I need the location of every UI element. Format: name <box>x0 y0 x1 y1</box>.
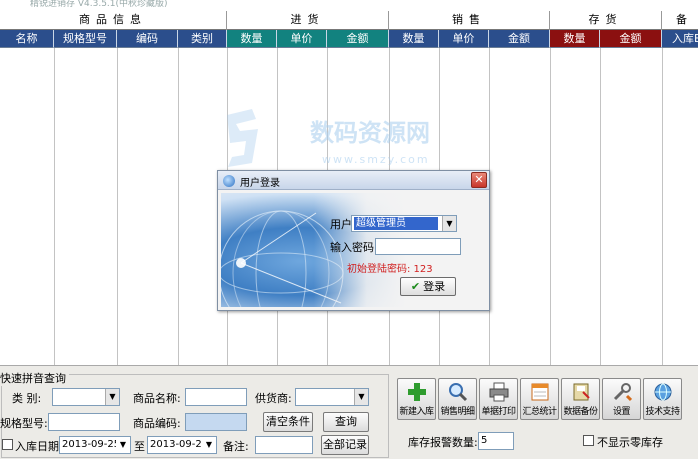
quick-search-title: 快速拼音查询 <box>0 370 69 386</box>
password-label: 输入密码: <box>330 241 378 254</box>
initial-password-hint: 初始登陆密码: 123 <box>347 264 433 275</box>
sales-detail-button[interactable]: 销售明细 <box>438 378 477 420</box>
chevron-down-icon[interactable]: ▼ <box>442 216 456 231</box>
category-select[interactable]: ▼ <box>52 388 120 406</box>
grid-divider <box>600 48 601 365</box>
group-header-stock: 存货 <box>550 11 662 30</box>
settings-button[interactable]: 设置 <box>602 378 641 420</box>
inbound-date-label: 入库日期: <box>15 440 63 453</box>
group-header-product-info: 商品信息 <box>0 11 227 30</box>
column-header-sales-amount[interactable]: 金额 <box>489 30 550 48</box>
stock-alert-input[interactable]: 5 <box>478 432 514 450</box>
grid-column-header: 名称 规格型号 编码 类别 数量 单价 金额 数量 单价 金额 数量 金额 入库… <box>0 30 698 48</box>
close-icon[interactable]: ✕ <box>471 172 487 188</box>
inbound-date-checkbox[interactable] <box>2 439 13 450</box>
receipt-print-button[interactable]: 单据打印 <box>479 378 518 420</box>
column-header-code[interactable]: 编码 <box>117 30 178 48</box>
login-dialog: 用户登录 ✕ 用户名称: 超级管理员 ▼ 输入密码: 初始登陆密码: 123 ✔… <box>217 170 490 311</box>
hide-zero-stock-label: 不显示零库存 <box>597 436 663 449</box>
group-header-purchase: 进货 <box>227 11 389 30</box>
plus-icon <box>407 382 427 402</box>
login-button-label: 登录 <box>423 280 446 293</box>
date-to-picker[interactable]: 2013-09-25 ▼ <box>147 436 217 454</box>
chevron-down-icon[interactable]: ▼ <box>116 437 130 453</box>
login-button[interactable]: ✔ 登录 <box>400 277 456 296</box>
stock-alert-label: 库存报警数量: <box>408 436 478 449</box>
globe-icon <box>653 382 673 402</box>
grid-group-header: 商品信息 进货 销售 存货 备 <box>0 11 698 30</box>
settings-label: 设置 <box>612 407 631 417</box>
chevron-down-icon[interactable]: ▼ <box>105 389 119 405</box>
data-backup-button[interactable]: 数据备份 <box>561 378 600 420</box>
spec-label: 规格型号: <box>0 417 48 430</box>
checkmark-icon: ✔ <box>410 280 421 293</box>
group-header-sales: 销售 <box>389 11 550 30</box>
new-inbound-button[interactable]: 新建入库 <box>397 378 436 420</box>
category-label: 类 别: <box>12 392 42 405</box>
dialog-titlebar[interactable]: 用户登录 ✕ <box>218 171 489 190</box>
main-toolbar: 新建入库 销售明细 单据打印 汇总统计 数据备份 设置 技术支持 <box>397 378 695 420</box>
grid-divider <box>54 48 55 365</box>
clear-conditions-button[interactable]: 清空条件 <box>263 412 313 432</box>
query-button[interactable]: 查询 <box>323 412 369 432</box>
chevron-down-icon[interactable]: ▼ <box>354 389 368 405</box>
column-header-inbound-date[interactable]: 入库E <box>662 30 698 48</box>
remark-label: 备注: <box>223 440 249 453</box>
supplier-label: 供货商: <box>255 392 292 405</box>
group-header-remark: 备 <box>662 11 698 30</box>
spec-input[interactable] <box>48 413 120 431</box>
code-label: 商品编码: <box>133 417 181 430</box>
data-backup-label: 数据备份 <box>563 407 598 417</box>
username-selected-value: 超级管理员 <box>354 217 438 230</box>
date-to-label: 至 <box>134 440 145 453</box>
column-header-sales-qty[interactable]: 数量 <box>389 30 439 48</box>
remark-input[interactable] <box>255 436 313 454</box>
column-header-spec[interactable]: 规格型号 <box>54 30 117 48</box>
sales-detail-label: 销售明细 <box>440 407 475 417</box>
chevron-down-icon[interactable]: ▼ <box>202 437 216 453</box>
username-select[interactable]: 超级管理员 ▼ <box>351 215 457 232</box>
backup-icon <box>571 382 591 402</box>
tech-support-label: 技术支持 <box>645 407 680 417</box>
all-records-button[interactable]: 全部记录 <box>321 435 369 455</box>
supplier-select[interactable]: ▼ <box>295 388 369 406</box>
tech-support-button[interactable]: 技术支持 <box>643 378 682 420</box>
date-to-value: 2013-09-25 <box>150 439 209 450</box>
column-header-category[interactable]: 类别 <box>178 30 227 48</box>
date-from-picker[interactable]: 2013-09-25 ▼ <box>59 436 131 454</box>
dialog-title: 用户登录 <box>240 178 280 189</box>
password-input[interactable] <box>375 238 461 255</box>
new-inbound-label: 新建入库 <box>399 407 434 417</box>
magnifier-icon <box>448 382 468 402</box>
bottom-panel: 快速拼音查询 类 别: ▼ 商品名称: 供货商: ▼ 规格型号: 商品编码: 清… <box>0 365 698 459</box>
window-title: 精锐进销存 V4.3.5.1(中秋珍藏版) <box>30 0 168 9</box>
hide-zero-stock-checkbox[interactable] <box>583 435 594 446</box>
column-header-name[interactable]: 名称 <box>0 30 54 48</box>
wrench-icon <box>612 382 633 402</box>
grid-divider <box>550 48 551 365</box>
app-globe-icon <box>223 175 235 187</box>
column-header-stock-amount[interactable]: 金额 <box>600 30 662 48</box>
grid-divider <box>662 48 663 365</box>
receipt-print-label: 单据打印 <box>481 407 516 417</box>
summary-stats-button[interactable]: 汇总统计 <box>520 378 559 420</box>
column-header-purchase-amount[interactable]: 金额 <box>327 30 389 48</box>
column-header-sales-price[interactable]: 单价 <box>439 30 489 48</box>
product-name-label: 商品名称: <box>133 392 181 405</box>
code-input[interactable] <box>185 413 247 431</box>
calendar-icon <box>530 382 550 402</box>
column-header-purchase-price[interactable]: 单价 <box>277 30 327 48</box>
summary-stats-label: 汇总统计 <box>522 407 557 417</box>
grid-divider <box>117 48 118 365</box>
grid-divider <box>178 48 179 365</box>
date-from-value: 2013-09-25 <box>62 439 121 450</box>
column-header-stock-qty[interactable]: 数量 <box>550 30 600 48</box>
printer-icon <box>489 382 509 402</box>
window-titlebar: 精锐进销存 V4.3.5.1(中秋珍藏版) <box>0 0 698 11</box>
product-name-input[interactable] <box>185 388 247 406</box>
column-header-purchase-qty[interactable]: 数量 <box>227 30 277 48</box>
